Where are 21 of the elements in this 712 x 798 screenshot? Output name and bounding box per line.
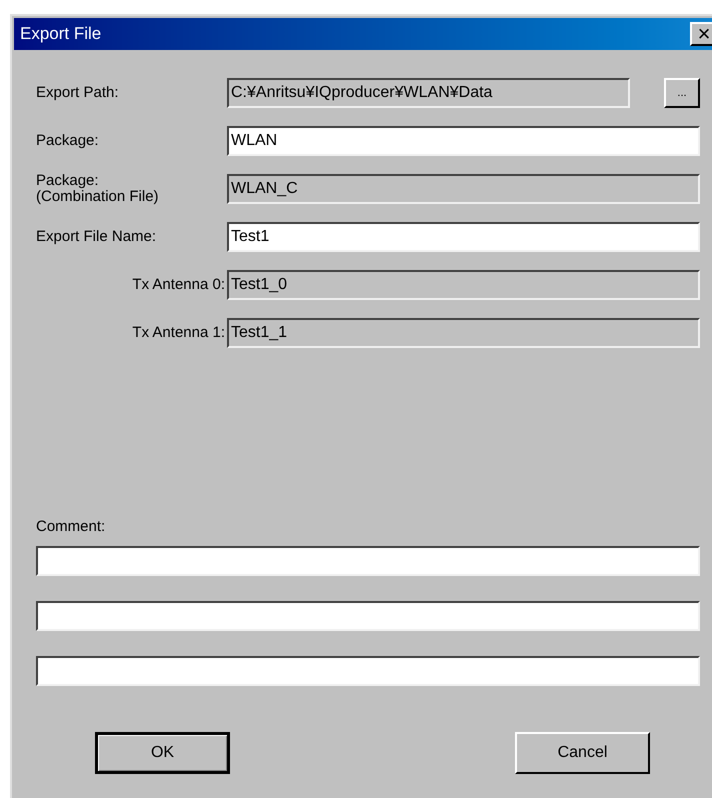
- text-field[interactable]: Test1: [227, 222, 700, 252]
- close-button[interactable]: ×: [690, 22, 712, 46]
- comment-field[interactable]: [36, 546, 700, 576]
- text-field[interactable]: C:¥Anritsu¥IQproducer¥WLAN¥Data: [227, 78, 630, 108]
- field-label: Export File Name:: [36, 229, 158, 245]
- browse-button[interactable]: ...: [664, 78, 700, 108]
- window-title: Export File: [20, 23, 102, 46]
- field-label: Export Path:: [36, 85, 120, 101]
- dialog-button[interactable]: Cancel: [515, 732, 650, 774]
- text-field[interactable]: Test1_0: [227, 270, 700, 300]
- comment-field[interactable]: [36, 656, 700, 686]
- text-field[interactable]: Test1_1: [227, 318, 700, 348]
- text-field[interactable]: WLAN_C: [227, 174, 700, 204]
- field-label: Tx Antenna 0:: [131, 277, 226, 293]
- field-label: Package:: [36, 133, 100, 149]
- comment-label: Comment:: [36, 516, 106, 536]
- field-label: Package: (Combination File): [36, 173, 160, 205]
- text-field[interactable]: WLAN: [227, 126, 700, 156]
- comment-field[interactable]: [36, 601, 700, 631]
- field-label: Tx Antenna 1:: [131, 325, 226, 341]
- dialog-button[interactable]: OK: [95, 732, 230, 774]
